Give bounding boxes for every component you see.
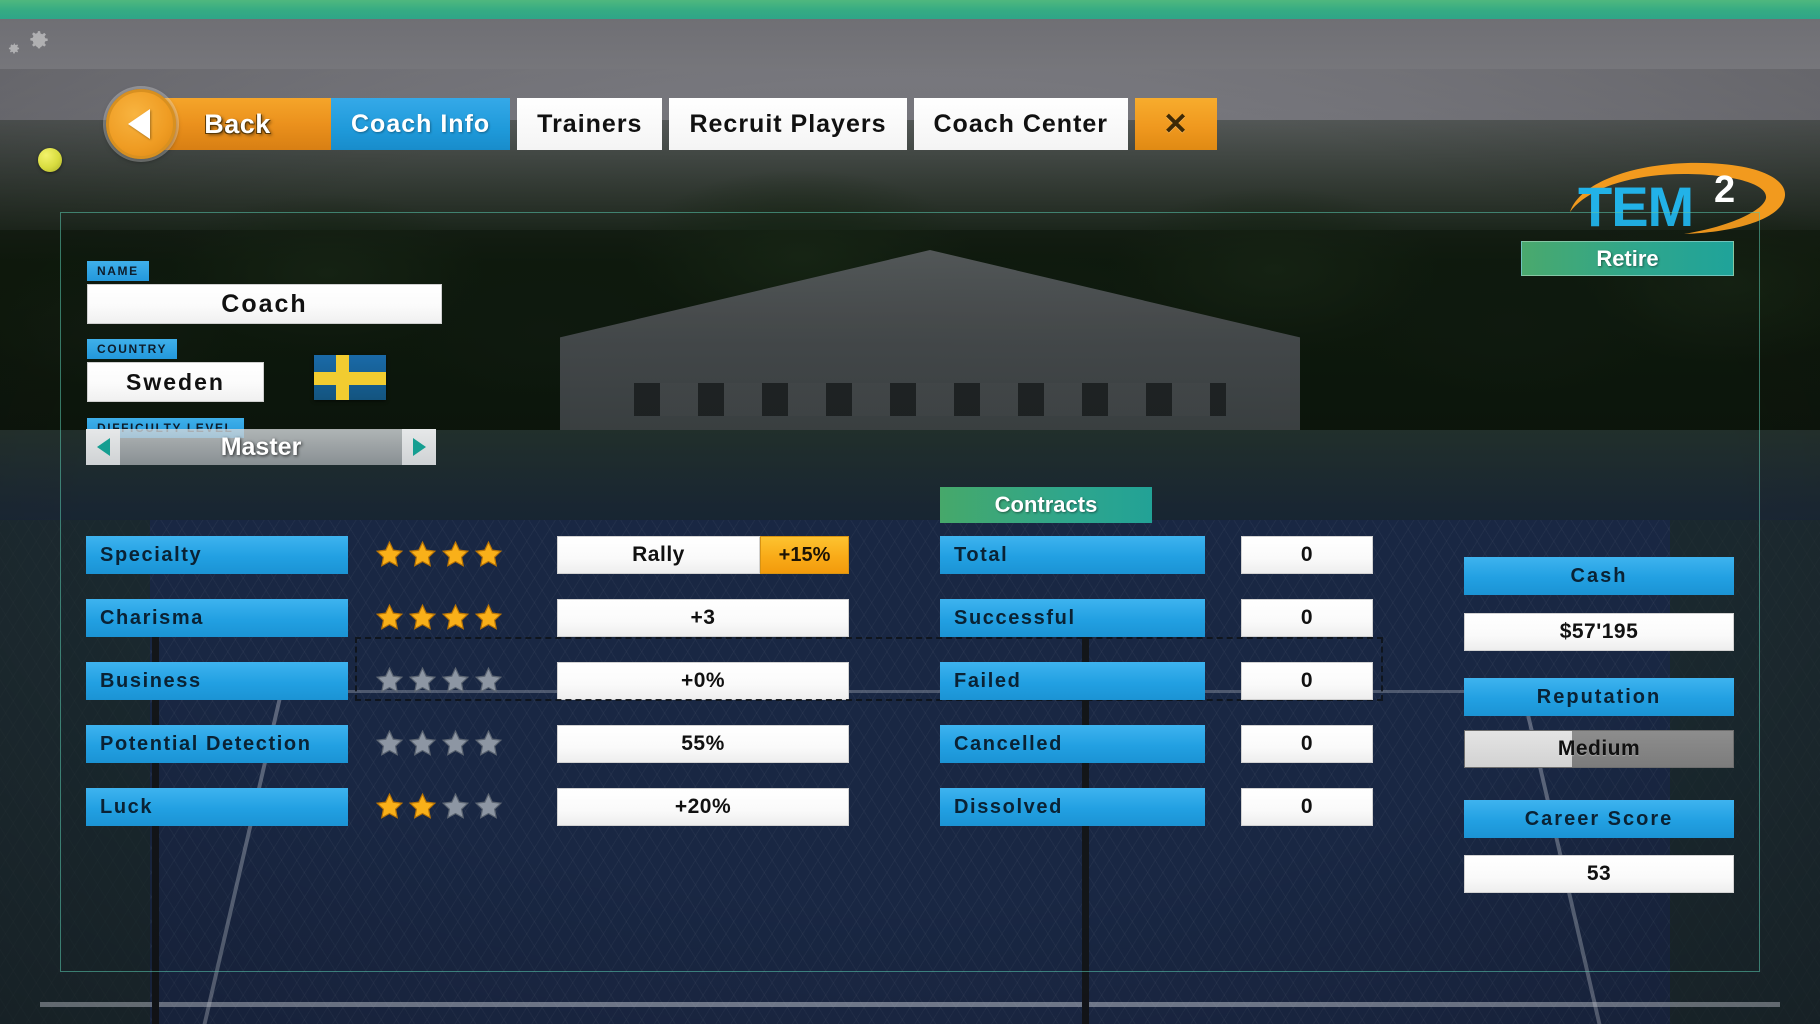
reputation-value: Medium [1557, 737, 1641, 760]
top-toolbar-bar [0, 19, 1820, 69]
career-score-label: Career Score [1464, 800, 1734, 838]
tab-coach-center[interactable]: Coach Center [913, 98, 1129, 150]
contracts-header[interactable]: Contracts [940, 487, 1152, 523]
difficulty-selector[interactable]: Master [86, 429, 436, 465]
contract-value-failed: 0 [1241, 662, 1373, 700]
name-label: NAME [87, 261, 149, 281]
game-window: Back Coach Info Trainers Recruit Players… [0, 0, 1820, 1024]
career-score-value-box: 53 [1464, 855, 1734, 893]
contract-label-failed: Failed [940, 662, 1205, 700]
stat-label-charisma: Charisma [86, 599, 348, 637]
contract-value-total: 0 [1241, 536, 1373, 574]
tab-coach-info-label: Coach Info [351, 109, 491, 138]
sweden-flag-icon [314, 355, 386, 400]
country-value: Sweden [126, 368, 225, 395]
stat-stars-business [375, 666, 503, 695]
retire-button[interactable]: Retire [1521, 241, 1734, 276]
retire-button-label: Retire [1596, 245, 1659, 271]
contracts-header-label: Contracts [994, 492, 1098, 517]
svg-text:2: 2 [1714, 169, 1735, 211]
contract-label-dissolved: Dissolved [940, 788, 1205, 826]
close-button[interactable]: ✕ [1135, 98, 1218, 150]
tab-trainers[interactable]: Trainers [517, 98, 663, 150]
court-line-front [40, 1002, 1780, 1007]
tab-coach-info[interactable]: Coach Info [331, 98, 511, 150]
difficulty-next-button[interactable] [402, 429, 436, 465]
reputation-label: Reputation [1464, 678, 1734, 716]
gear-icon[interactable] [26, 30, 52, 56]
tab-trainers-label: Trainers [537, 109, 643, 138]
stat-stars-specialty [375, 540, 503, 569]
tab-coach-center-label: Coach Center [933, 109, 1109, 138]
tab-bar: Coach Info Trainers Recruit Players Coac… [331, 98, 1218, 150]
reputation-bar-fill [1465, 731, 1573, 767]
triangle-right-icon [412, 438, 426, 456]
top-accent-bar [0, 0, 1820, 19]
cash-value: $57'195 [1559, 620, 1639, 643]
gear-small-icon[interactable] [6, 42, 22, 58]
stat-label-potential-detection: Potential Detection [86, 725, 348, 763]
stat-value-luck: +20% [557, 788, 849, 826]
stat-value-specialty: Rally [557, 536, 760, 574]
close-icon: ✕ [1163, 107, 1190, 141]
contract-label-successful: Successful [940, 599, 1205, 637]
cash-label: Cash [1464, 557, 1734, 595]
tab-recruit-players[interactable]: Recruit Players [669, 98, 907, 150]
country-field[interactable]: Sweden [87, 362, 264, 402]
career-score-value: 53 [1586, 862, 1612, 885]
stat-label-specialty: Specialty [86, 536, 348, 574]
triangle-left-icon [127, 109, 150, 139]
settings-gears[interactable] [6, 30, 52, 64]
stat-bonus-specialty: +15% [760, 536, 849, 574]
country-label: COUNTRY [87, 339, 178, 359]
contract-value-successful: 0 [1241, 599, 1373, 637]
contract-value-dissolved: 0 [1241, 788, 1373, 826]
stat-stars-potential-detection [375, 729, 503, 758]
contract-label-cancelled: Cancelled [940, 725, 1205, 763]
stat-value-business: +0% [557, 662, 849, 700]
contract-value-cancelled: 0 [1241, 725, 1373, 763]
main-navigation: Back Coach Info Trainers Recruit Players… [0, 89, 1820, 238]
stat-stars-charisma [375, 603, 503, 632]
stat-label-luck: Luck [86, 788, 348, 826]
back-button-label: Back [204, 108, 271, 139]
stat-value-charisma: +3 [557, 599, 849, 637]
triangle-left-icon [96, 438, 110, 456]
back-arrow-button[interactable] [106, 89, 176, 159]
cash-value-box: $57'195 [1464, 613, 1734, 651]
name-field[interactable]: Coach [87, 284, 442, 324]
name-value: Coach [221, 289, 308, 318]
stat-value-potential-detection: 55% [557, 725, 849, 763]
stat-stars-luck [375, 792, 503, 821]
tab-recruit-players-label: Recruit Players [689, 109, 887, 138]
difficulty-value: Master [220, 432, 302, 461]
reputation-bar: Medium [1464, 730, 1734, 768]
contract-label-total: Total [940, 536, 1205, 574]
flag-cross-horizontal [314, 372, 386, 385]
stat-label-business: Business [86, 662, 348, 700]
difficulty-prev-button[interactable] [86, 429, 120, 465]
